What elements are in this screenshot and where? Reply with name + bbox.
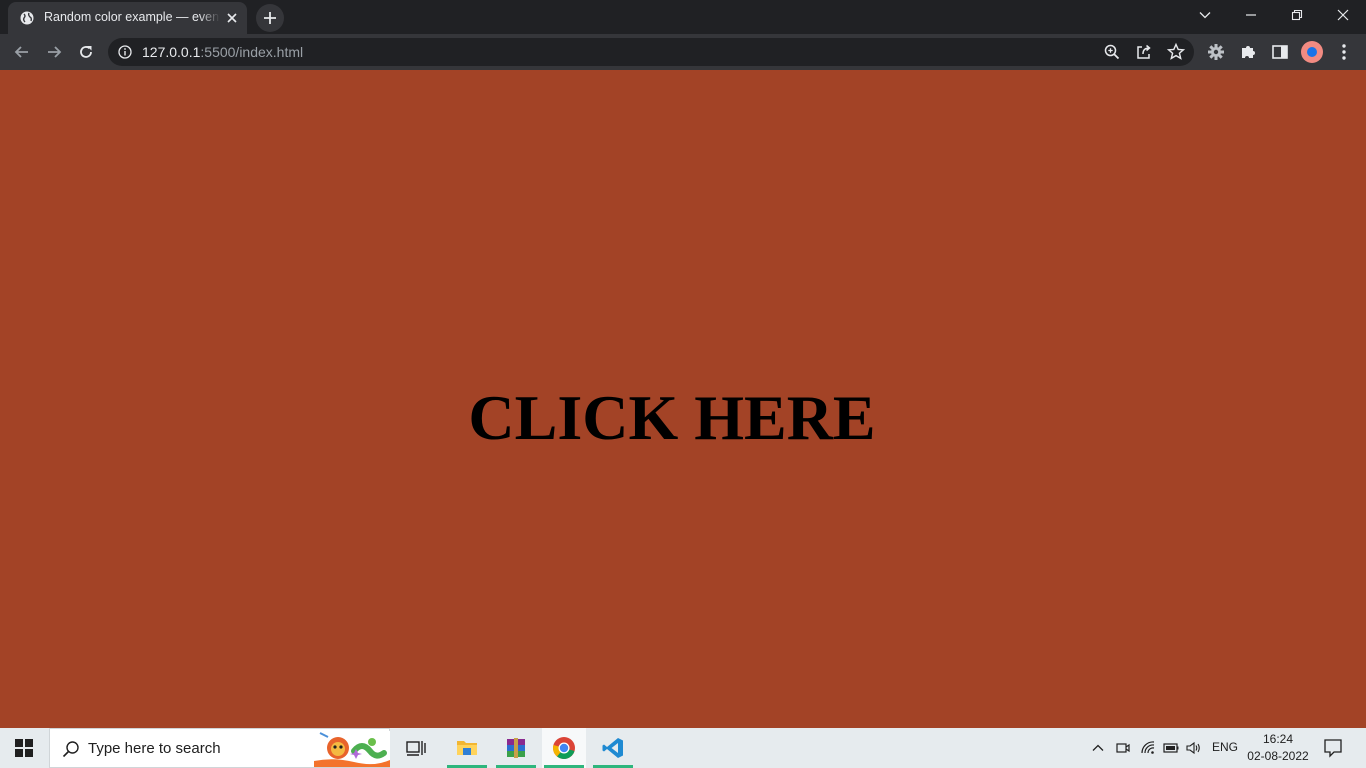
back-button[interactable]: [8, 38, 36, 66]
star-icon[interactable]: [1166, 42, 1186, 62]
chevron-up-icon[interactable]: [1090, 740, 1106, 756]
gear-icon[interactable]: [1206, 42, 1226, 62]
arrow-left-icon: [14, 46, 28, 58]
info-icon[interactable]: [118, 45, 132, 59]
search-placeholder: Type here to search: [88, 740, 221, 757]
zoom-icon[interactable]: [1102, 42, 1122, 62]
file-explorer-button[interactable]: [445, 728, 489, 768]
restore-button[interactable]: [1274, 0, 1320, 30]
plus-icon: [264, 12, 276, 24]
winrar-icon: [507, 738, 525, 758]
arrow-right-icon: [48, 46, 62, 58]
folder-icon: [457, 741, 477, 755]
chrome-icon: [553, 737, 575, 759]
tab-search-button[interactable]: [1182, 0, 1228, 30]
url-text: 127.0.0.1:5500/index.html: [142, 44, 303, 60]
windows-logo-icon: [15, 739, 33, 757]
language-indicator[interactable]: ENG: [1212, 740, 1238, 754]
vscode-icon: [602, 738, 623, 758]
page-viewport[interactable]: CLICK HERE: [0, 70, 1366, 728]
volume-icon[interactable]: [1186, 740, 1202, 756]
globe-icon: [20, 11, 34, 25]
chrome-button[interactable]: [542, 728, 586, 768]
share-icon[interactable]: [1134, 42, 1154, 62]
reload-button[interactable]: [72, 38, 100, 66]
minimize-icon: [1246, 14, 1256, 16]
tab-title: Random color example — event listener: [44, 10, 220, 24]
side-panel-icon[interactable]: [1270, 42, 1290, 62]
restore-icon: [1291, 9, 1303, 21]
task-view-icon: [406, 741, 426, 756]
taskbar-search-box[interactable]: Type here to search: [49, 728, 390, 768]
browser-toolbar: 127.0.0.1:5500/index.html: [0, 34, 1366, 70]
winrar-button[interactable]: [494, 728, 538, 768]
forward-button[interactable]: [40, 38, 68, 66]
search-icon: [62, 741, 79, 758]
new-tab-button[interactable]: [256, 4, 284, 32]
task-view-button[interactable]: [394, 728, 438, 768]
chevron-down-icon: [1199, 12, 1211, 19]
reload-icon: [80, 46, 92, 58]
search-highlight-illustration[interactable]: [314, 731, 390, 767]
close-icon: [1337, 9, 1349, 21]
start-button[interactable]: [0, 728, 48, 768]
battery-icon[interactable]: [1163, 740, 1179, 756]
clock-time: 16:24: [1262, 732, 1294, 746]
clock-date: 02-08-2022: [1247, 749, 1309, 763]
url-path: :5500/index.html: [200, 44, 304, 60]
url-host: 127.0.0.1: [142, 44, 201, 60]
kebab-menu-icon[interactable]: [1334, 42, 1354, 62]
profile-avatar[interactable]: [1301, 41, 1323, 63]
system-clock[interactable]: 16:24 02-08-2022: [1244, 731, 1312, 765]
wifi-icon[interactable]: [1140, 740, 1156, 756]
window-close-button[interactable]: [1320, 0, 1366, 30]
notification-icon[interactable]: [1322, 738, 1344, 758]
browser-tab[interactable]: Random color example — event listener: [8, 2, 247, 34]
close-icon[interactable]: [224, 10, 240, 26]
vscode-button[interactable]: [591, 728, 635, 768]
windows-taskbar: Type here to search ENG 16:24 02-08-2022: [0, 728, 1366, 768]
meet-now-icon[interactable]: [1115, 740, 1131, 756]
puzzle-icon[interactable]: [1238, 42, 1258, 62]
tab-strip: Random color example — event listener: [0, 0, 1366, 34]
minimize-button[interactable]: [1228, 0, 1274, 30]
address-bar[interactable]: 127.0.0.1:5500/index.html: [108, 38, 1194, 66]
click-here-heading[interactable]: CLICK HERE: [0, 380, 1344, 456]
